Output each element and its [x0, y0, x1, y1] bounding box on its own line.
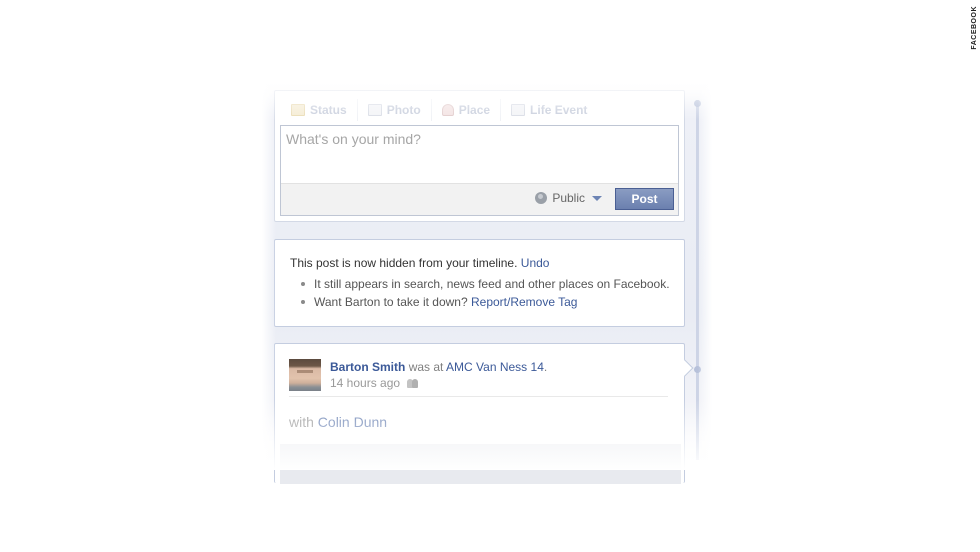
post-pointer — [676, 359, 694, 377]
photo-icon — [367, 104, 382, 116]
privacy-label: Public — [552, 191, 585, 205]
hidden-post-notice: This post is now hidden from your timeli… — [274, 239, 685, 327]
composer-tabs: Status Photo Place Life Event — [289, 99, 597, 121]
tab-status[interactable]: Status — [289, 99, 358, 121]
notice-bullet: It still appears in search, news feed an… — [299, 277, 670, 295]
period: . — [543, 360, 548, 374]
timeline-spine — [696, 100, 699, 460]
place-icon — [441, 104, 454, 116]
post-timestamp[interactable]: 14 hours ago — [330, 376, 400, 390]
life-event-icon — [511, 104, 526, 116]
with-prefix: with — [289, 414, 314, 430]
notice-bullet: Want Barton to take it down? Report/Remo… — [299, 295, 670, 313]
undo-link[interactable]: Undo — [521, 256, 550, 270]
fade-overlay — [698, 80, 712, 470]
composer-footer: Public Post — [281, 183, 678, 215]
report-remove-tag-link[interactable]: Report/Remove Tag — [471, 295, 578, 309]
notice-title: This post is now hidden from your timeli… — [290, 256, 549, 270]
tagged-with: with Colin Dunn — [289, 414, 387, 430]
bullet-text: It still appears in search, news feed an… — [314, 277, 670, 291]
status-composer: Status Photo Place Life Event Public — [274, 90, 685, 222]
post-meta: 14 hours ago — [330, 376, 419, 390]
status-icon — [291, 104, 305, 116]
post-button[interactable]: Post — [615, 188, 674, 210]
globe-icon — [535, 192, 548, 204]
tab-label: Life Event — [530, 103, 588, 117]
tab-label: Status — [310, 103, 347, 117]
author-link[interactable]: Barton Smith — [330, 360, 405, 374]
place-link[interactable]: AMC Van Ness 14 — [446, 360, 544, 374]
bullet-text: Want Barton to take it down? — [314, 295, 468, 309]
tab-label: Place — [458, 103, 491, 117]
notice-text: This post is now hidden from your timeli… — [290, 256, 518, 270]
notice-list: It still appears in search, news feed an… — [299, 277, 670, 313]
timeline: Status Photo Place Life Event Public — [262, 80, 712, 484]
post-header: Barton Smith was at AMC Van Ness 14. — [330, 360, 547, 374]
photo-credit: FACEBOOK — [971, 6, 978, 50]
timeline-dot — [694, 100, 701, 107]
tab-photo[interactable]: Photo — [358, 99, 432, 121]
avatar[interactable] — [289, 359, 321, 391]
post-media — [280, 444, 681, 484]
post-action: was at — [408, 360, 444, 374]
chevron-down-icon — [592, 195, 602, 201]
tab-life-event[interactable]: Life Event — [501, 99, 597, 121]
tab-place[interactable]: Place — [432, 99, 502, 121]
tagged-friend-link[interactable]: Colin Dunn — [318, 414, 387, 430]
status-input[interactable] — [281, 126, 678, 184]
timeline-dot — [694, 366, 701, 373]
privacy-selector[interactable]: Public — [535, 191, 602, 205]
timeline-post: Barton Smith was at AMC Van Ness 14. 14 … — [274, 343, 694, 484]
friends-icon[interactable] — [407, 378, 419, 388]
tab-label: Photo — [386, 103, 421, 117]
divider — [289, 396, 668, 397]
composer-box: Public Post — [280, 125, 679, 216]
